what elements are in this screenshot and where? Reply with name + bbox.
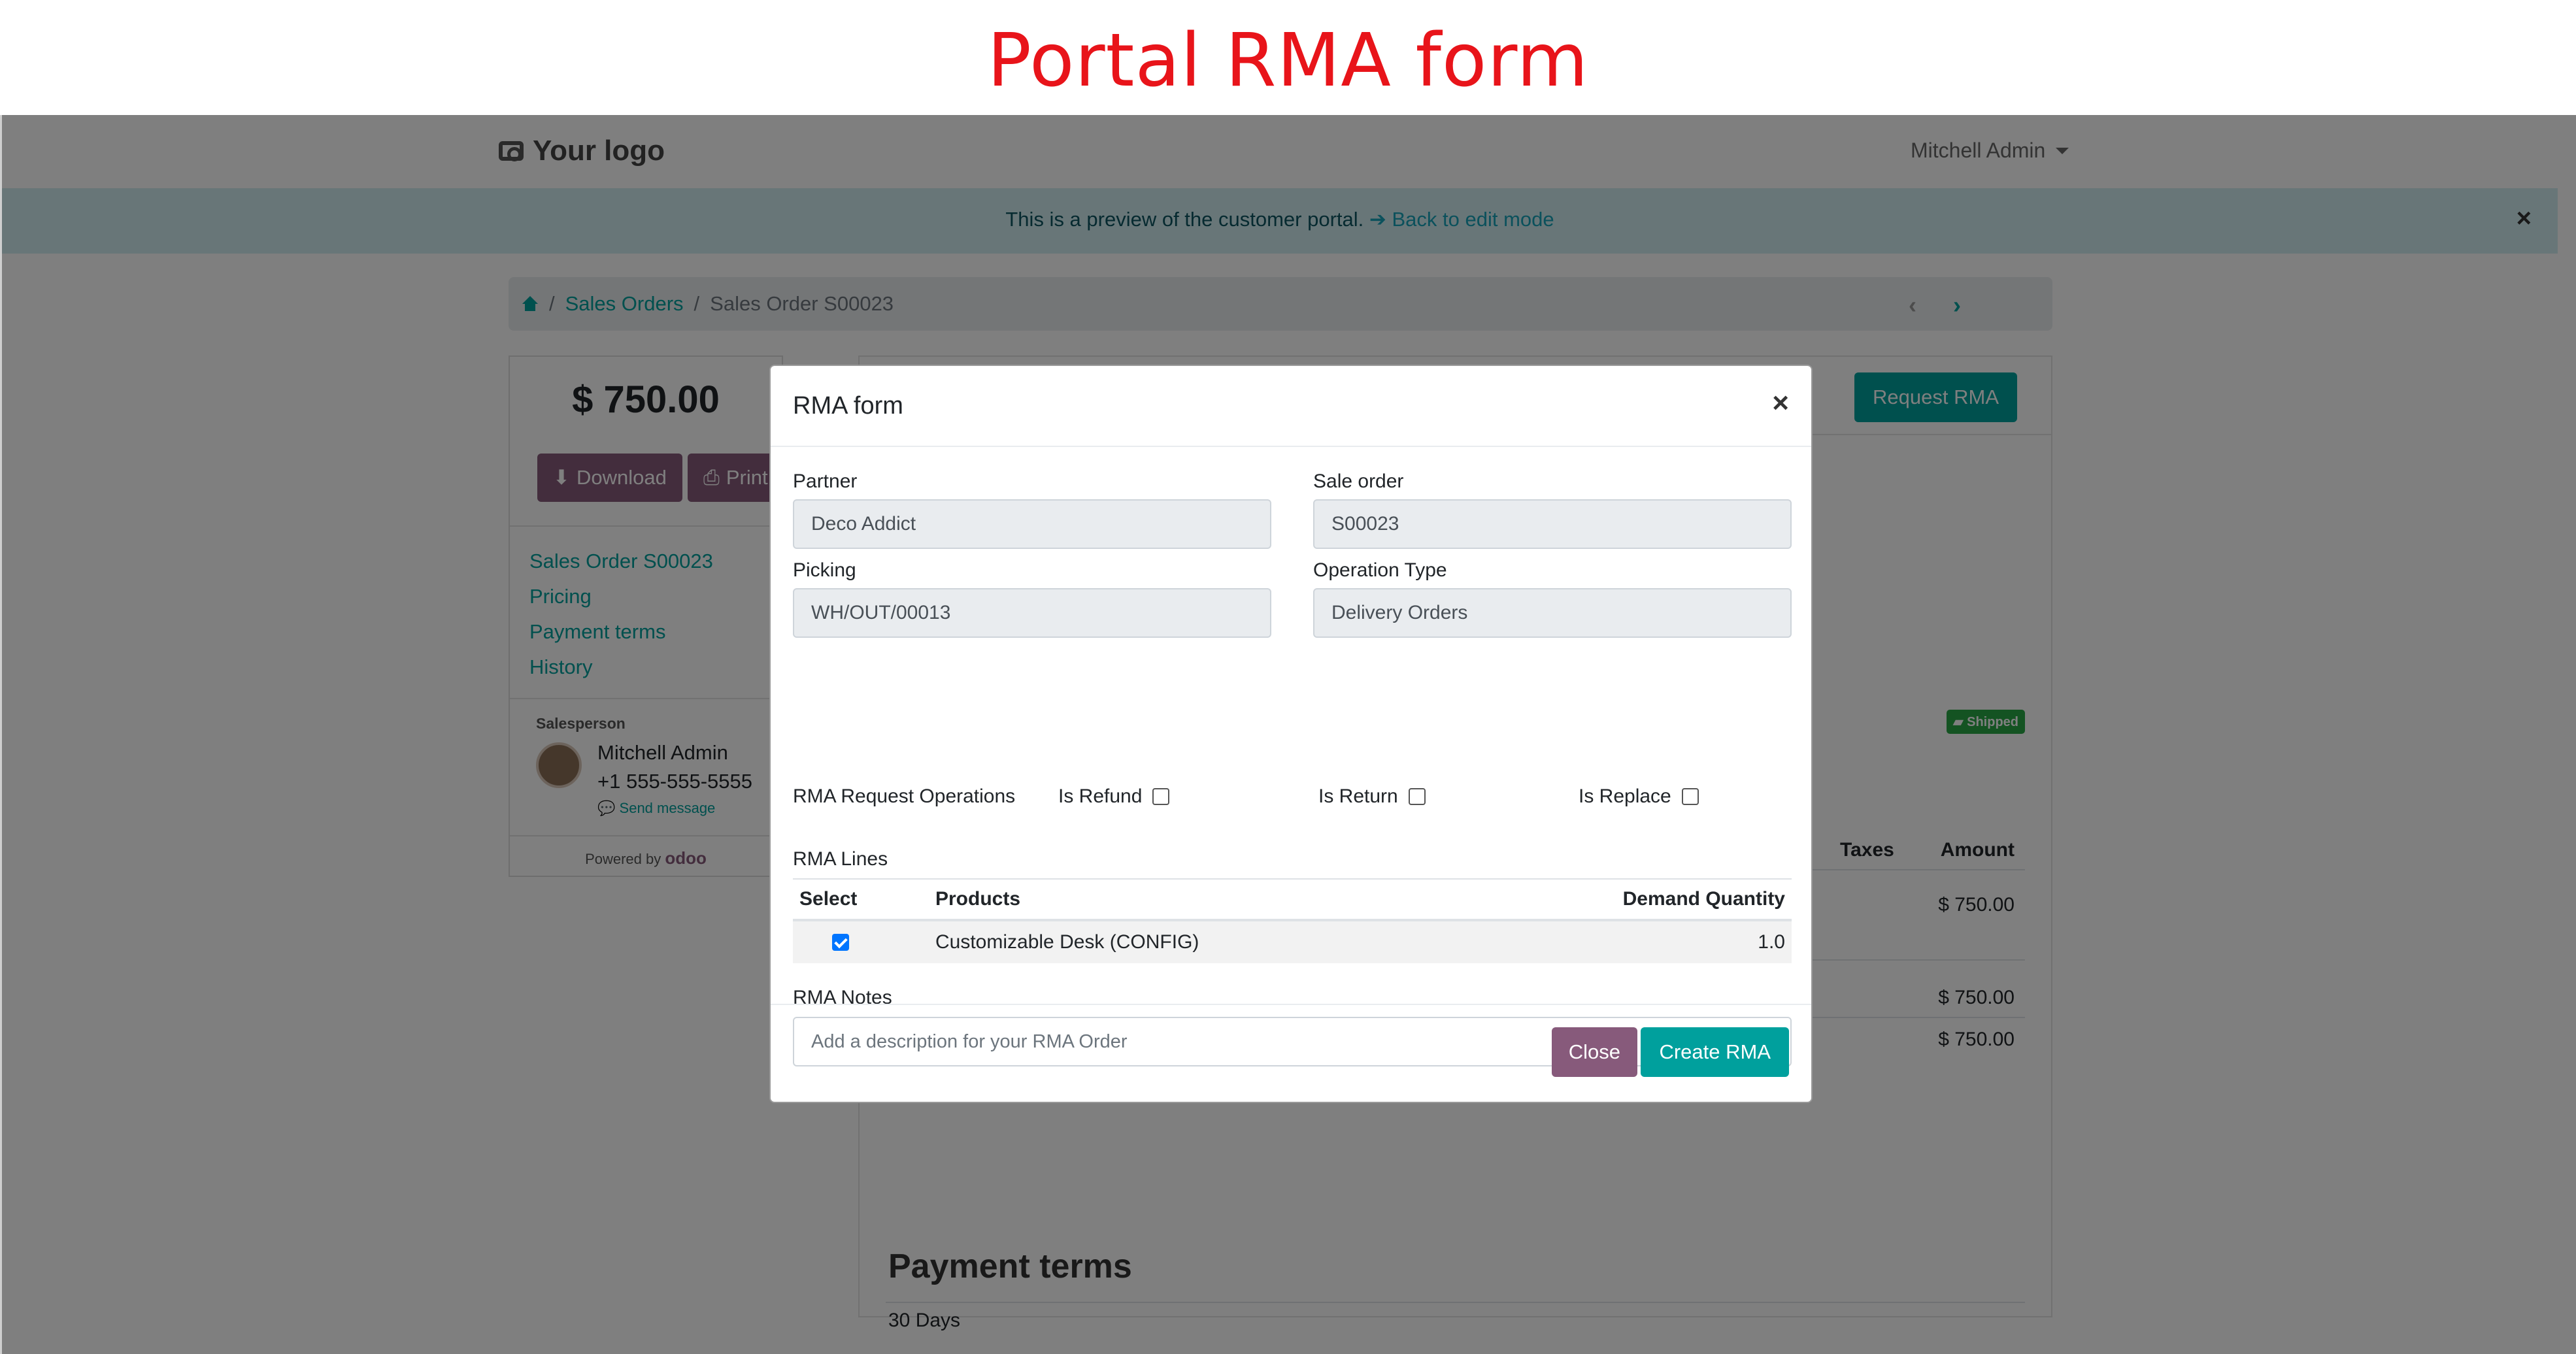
is-return-checkbox[interactable] — [1408, 788, 1426, 805]
partner-field[interactable]: Deco Addict — [793, 499, 1271, 549]
table-header: Select Products Demand Quantity — [793, 878, 1792, 921]
sale-order-field[interactable]: S00023 — [1313, 499, 1792, 549]
picking-label: Picking — [793, 559, 856, 581]
rma-lines-table: Select Products Demand Quantity Customiz… — [793, 878, 1792, 963]
modal-footer: Close Create RMA — [771, 1004, 1811, 1102]
is-return-label: Is Return — [1318, 785, 1398, 807]
close-button[interactable]: Close — [1551, 1027, 1637, 1077]
portal-app: Your logo Mitchell Admin This is a previ… — [0, 115, 2576, 1354]
is-refund-option: Is Refund — [1058, 785, 1170, 808]
row-product: Customizable Desk (CONFIG) — [935, 931, 1199, 953]
modal-title: RMA form — [793, 392, 903, 420]
header-demand-quantity: Demand Quantity — [1622, 888, 1785, 910]
is-replace-option: Is Replace — [1579, 785, 1699, 808]
row-quantity: 1.0 — [1758, 931, 1785, 953]
row-select-checkbox[interactable] — [832, 934, 849, 951]
create-rma-button[interactable]: Create RMA — [1641, 1027, 1789, 1077]
header-products: Products — [935, 888, 1021, 910]
operation-type-label: Operation Type — [1313, 559, 1447, 581]
table-row: Customizable Desk (CONFIG) 1.0 — [793, 921, 1792, 963]
is-replace-label: Is Replace — [1579, 785, 1671, 807]
partner-label: Partner — [793, 471, 858, 492]
operation-type-field[interactable]: Delivery Orders — [1313, 588, 1792, 638]
picking-field[interactable]: WH/OUT/00013 — [793, 588, 1271, 638]
is-refund-checkbox[interactable] — [1152, 788, 1170, 805]
modal-header: RMA form × — [771, 366, 1811, 447]
is-refund-label: Is Refund — [1058, 785, 1143, 807]
close-icon[interactable]: × — [1772, 387, 1789, 420]
rma-lines-label: RMA Lines — [793, 848, 888, 870]
page-banner: Portal RMA form — [0, 0, 2576, 115]
is-return-option: Is Return — [1318, 785, 1426, 808]
rma-operations-label: RMA Request Operations — [793, 785, 1016, 807]
rma-modal: RMA form × Partner Deco Addict Sale orde… — [769, 365, 1813, 1103]
sale-order-label: Sale order — [1313, 471, 1404, 492]
is-replace-checkbox[interactable] — [1681, 788, 1699, 805]
banner-title: Portal RMA form — [987, 18, 1589, 103]
header-select: Select — [799, 888, 858, 910]
